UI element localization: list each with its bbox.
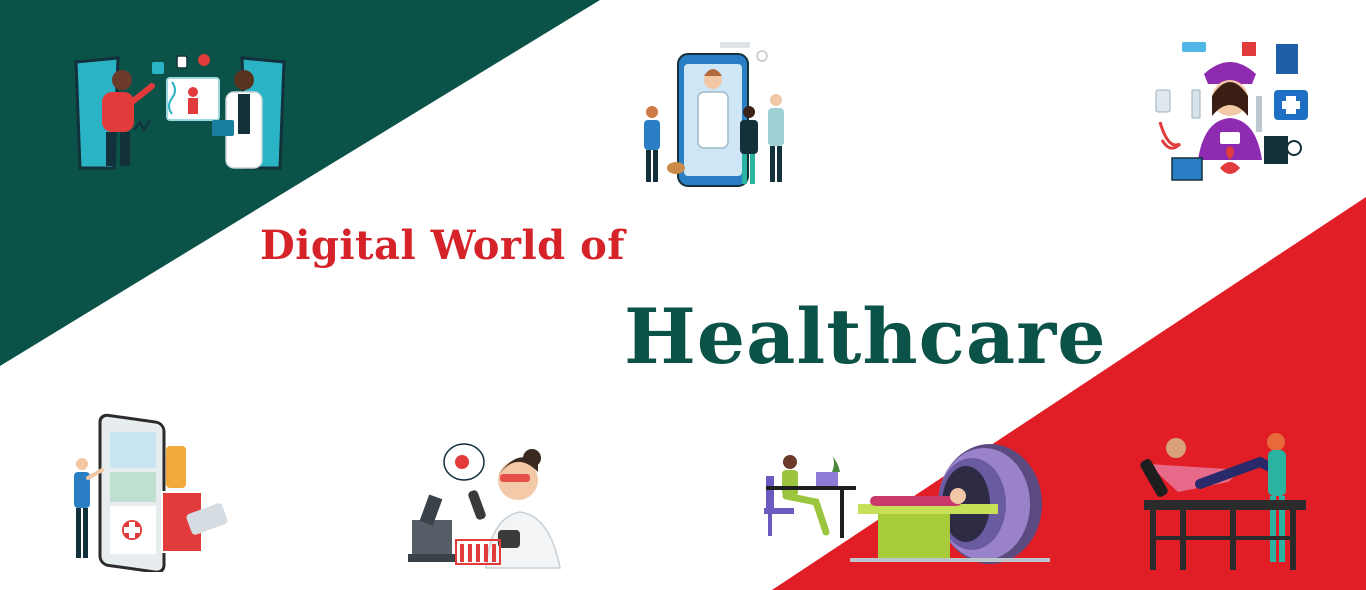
heading-line-2: Healthcare [624,292,1107,381]
online-pharmacy-phone-icon [74,413,228,572]
mri-scanner-icon [850,444,1050,564]
patient-working-laptop-icon [764,455,856,538]
phone-doctor-video-call-icon [644,42,784,187]
lab-scientist-microscope-icon [408,443,561,569]
physiotherapy-bed-icon [1140,433,1306,570]
nurse-medical-equipment-icon [1155,42,1308,181]
telemedicine-consult-icon [74,54,286,170]
heading-line-1: Digital World of [260,222,625,269]
